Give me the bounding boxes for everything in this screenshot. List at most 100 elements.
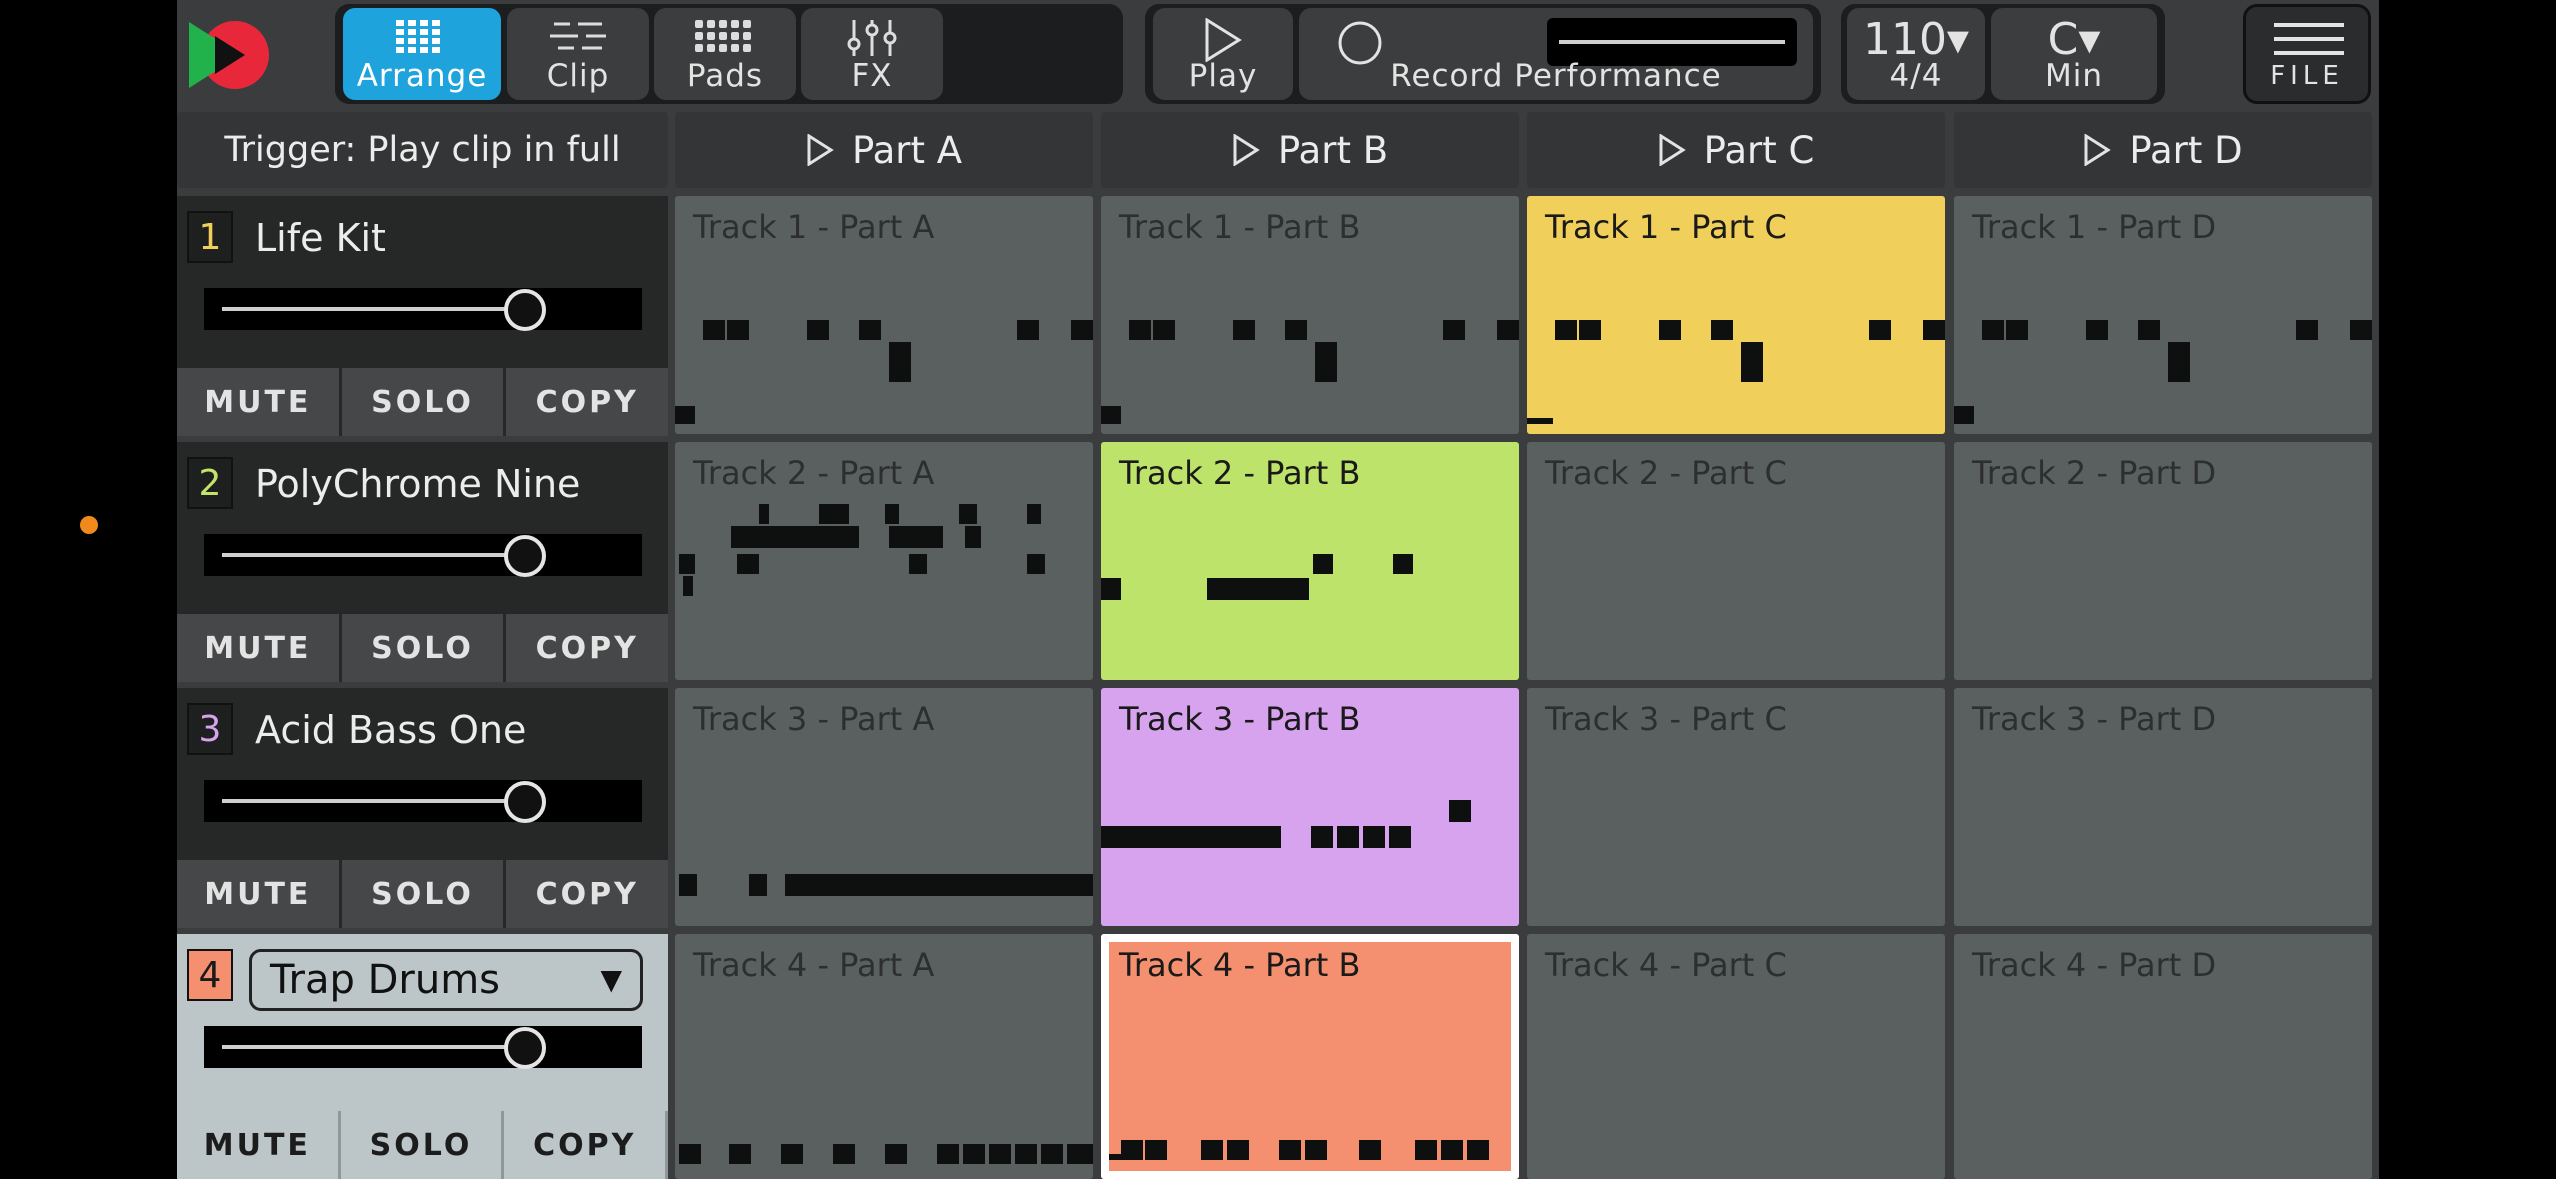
- clip-cell[interactable]: Track 4 - Part A: [675, 934, 1093, 1179]
- instrument-select[interactable]: Trap Drums ▼: [249, 949, 643, 1011]
- part-c-header[interactable]: Part C: [1527, 112, 1945, 188]
- part-a-header[interactable]: Part A: [675, 112, 1093, 188]
- solo-button[interactable]: SOLO: [341, 368, 507, 436]
- play-icon: [807, 134, 834, 166]
- track-2-panel: 2 PolyChrome Nine MUTE SOLO COPY: [177, 442, 669, 682]
- time-signature: 4/4: [1889, 58, 1943, 94]
- track-volume-slider[interactable]: [204, 534, 642, 577]
- track-name[interactable]: Acid Bass One: [255, 708, 526, 752]
- app-window: Arrange Clip Pads FX Play Record Perform…: [177, 0, 2379, 1179]
- copy-button[interactable]: COPY: [504, 1111, 669, 1179]
- app-logo[interactable]: [185, 16, 275, 94]
- track-1-panel: 1 Life Kit MUTE SOLO COPY: [177, 196, 669, 436]
- track-volume-slider[interactable]: [204, 288, 642, 331]
- clip-notes: [679, 504, 1045, 596]
- fx-sliders-icon: [847, 20, 897, 56]
- part-d-header[interactable]: Part D: [1954, 112, 2372, 188]
- tab-clip[interactable]: Clip: [507, 8, 649, 100]
- mute-button[interactable]: MUTE: [177, 368, 342, 436]
- part-d-label: Part D: [2129, 128, 2243, 172]
- solo-button[interactable]: SOLO: [340, 1111, 505, 1179]
- track-name[interactable]: Life Kit: [255, 216, 386, 260]
- slider-knob[interactable]: [504, 535, 546, 577]
- track-4-panel: 4 Trap Drums ▼ MUTE SOLO COPY: [177, 934, 669, 1179]
- part-b-header[interactable]: Part B: [1101, 112, 1519, 188]
- solo-button[interactable]: SOLO: [341, 614, 507, 682]
- track-name[interactable]: PolyChrome Nine: [255, 462, 580, 506]
- file-button[interactable]: FILE: [2243, 4, 2371, 104]
- menu-icon: [2274, 23, 2344, 55]
- tab-arrange[interactable]: Arrange: [343, 8, 501, 100]
- clip-cell[interactable]: Track 4 - Part C: [1527, 934, 1945, 1179]
- record-performance-button[interactable]: Record Performance: [1299, 8, 1813, 100]
- clip-cell[interactable]: Track 3 - Part B: [1101, 688, 1519, 926]
- clip-cell[interactable]: Track 1 - Part A: [675, 196, 1093, 434]
- slider-knob[interactable]: [504, 781, 546, 823]
- tab-clip-label: Clip: [546, 58, 610, 94]
- logo-icon: [189, 21, 269, 89]
- clip-notes: [1954, 320, 2372, 424]
- tab-pads-label: Pads: [686, 58, 764, 94]
- trigger-label: Trigger: Play clip in full: [224, 130, 621, 170]
- clip-cell[interactable]: Track 2 - Part D: [1954, 442, 2372, 680]
- clip-notes: [679, 1144, 1093, 1164]
- clip-title: Track 3 - Part C: [1545, 700, 1787, 738]
- dropdown-arrow-icon: ▼: [600, 963, 622, 996]
- copy-button[interactable]: COPY: [506, 614, 669, 682]
- clip-cell[interactable]: Track 1 - Part B: [1101, 196, 1519, 434]
- trigger-mode-button[interactable]: Trigger: Play clip in full: [177, 112, 668, 188]
- clip-cell-selected[interactable]: Track 4 - Part B: [1101, 934, 1519, 1179]
- mute-button[interactable]: MUTE: [177, 1111, 341, 1179]
- clip-title: Track 2 - Part C: [1545, 454, 1787, 492]
- clip-cell[interactable]: Track 2 - Part A: [675, 442, 1093, 680]
- tab-fx[interactable]: FX: [801, 8, 943, 100]
- tempo-button[interactable]: 110▾ 4/4: [1847, 8, 1985, 100]
- clip-title: Track 4 - Part C: [1545, 946, 1787, 984]
- arrange-grid-icon: [396, 20, 440, 53]
- track-number: 2: [187, 457, 233, 509]
- solo-button[interactable]: SOLO: [341, 860, 507, 928]
- clip-lines-icon: [550, 22, 606, 50]
- status-dot: [80, 516, 98, 534]
- track-number: 4: [187, 949, 233, 1001]
- clip-cell[interactable]: Track 3 - Part C: [1527, 688, 1945, 926]
- copy-button[interactable]: COPY: [506, 368, 669, 436]
- clip-notes: [1109, 1140, 1489, 1160]
- pads-grid-icon: [695, 20, 751, 52]
- clip-cell[interactable]: Track 2 - Part B: [1101, 442, 1519, 680]
- key-button[interactable]: C▾ Min: [1991, 8, 2157, 100]
- play-icon: [1233, 134, 1260, 166]
- mute-button[interactable]: MUTE: [177, 614, 342, 682]
- record-label: Record Performance: [1390, 58, 1722, 94]
- clip-title: Track 2 - Part D: [1972, 454, 2217, 492]
- clip-notes: [675, 320, 1093, 424]
- play-icon: [1205, 18, 1242, 62]
- clip-notes: [1101, 320, 1519, 424]
- play-icon: [2084, 134, 2112, 166]
- clip-notes: [1101, 800, 1471, 848]
- slider-knob[interactable]: [504, 289, 546, 331]
- clip-cell[interactable]: Track 1 - Part D: [1954, 196, 2372, 434]
- track-number: 3: [187, 703, 233, 755]
- track-volume-slider[interactable]: [204, 1026, 642, 1069]
- play-button[interactable]: Play: [1153, 8, 1293, 100]
- slider-knob[interactable]: [504, 1027, 546, 1069]
- mute-button[interactable]: MUTE: [177, 860, 342, 928]
- clip-notes: [1101, 554, 1413, 600]
- part-b-label: Part B: [1277, 128, 1389, 172]
- clip-cell[interactable]: Track 1 - Part C: [1527, 196, 1945, 434]
- instrument-name: Trap Drums: [270, 957, 501, 1003]
- copy-button[interactable]: COPY: [506, 860, 669, 928]
- tab-arrange-label: Arrange: [356, 58, 488, 94]
- track-number: 1: [187, 211, 233, 263]
- tab-pads[interactable]: Pads: [654, 8, 796, 100]
- clip-cell[interactable]: Track 4 - Part D: [1954, 934, 2372, 1179]
- key-scale: Min: [2044, 58, 2103, 94]
- clip-cell[interactable]: Track 3 - Part D: [1954, 688, 2372, 926]
- clip-cell[interactable]: Track 3 - Part A: [675, 688, 1093, 926]
- track-volume-slider[interactable]: [204, 780, 642, 823]
- play-icon: [1659, 134, 1686, 166]
- clip-notes: [679, 874, 1093, 896]
- track-3-panel: 3 Acid Bass One MUTE SOLO COPY: [177, 688, 669, 928]
- clip-cell[interactable]: Track 2 - Part C: [1527, 442, 1945, 680]
